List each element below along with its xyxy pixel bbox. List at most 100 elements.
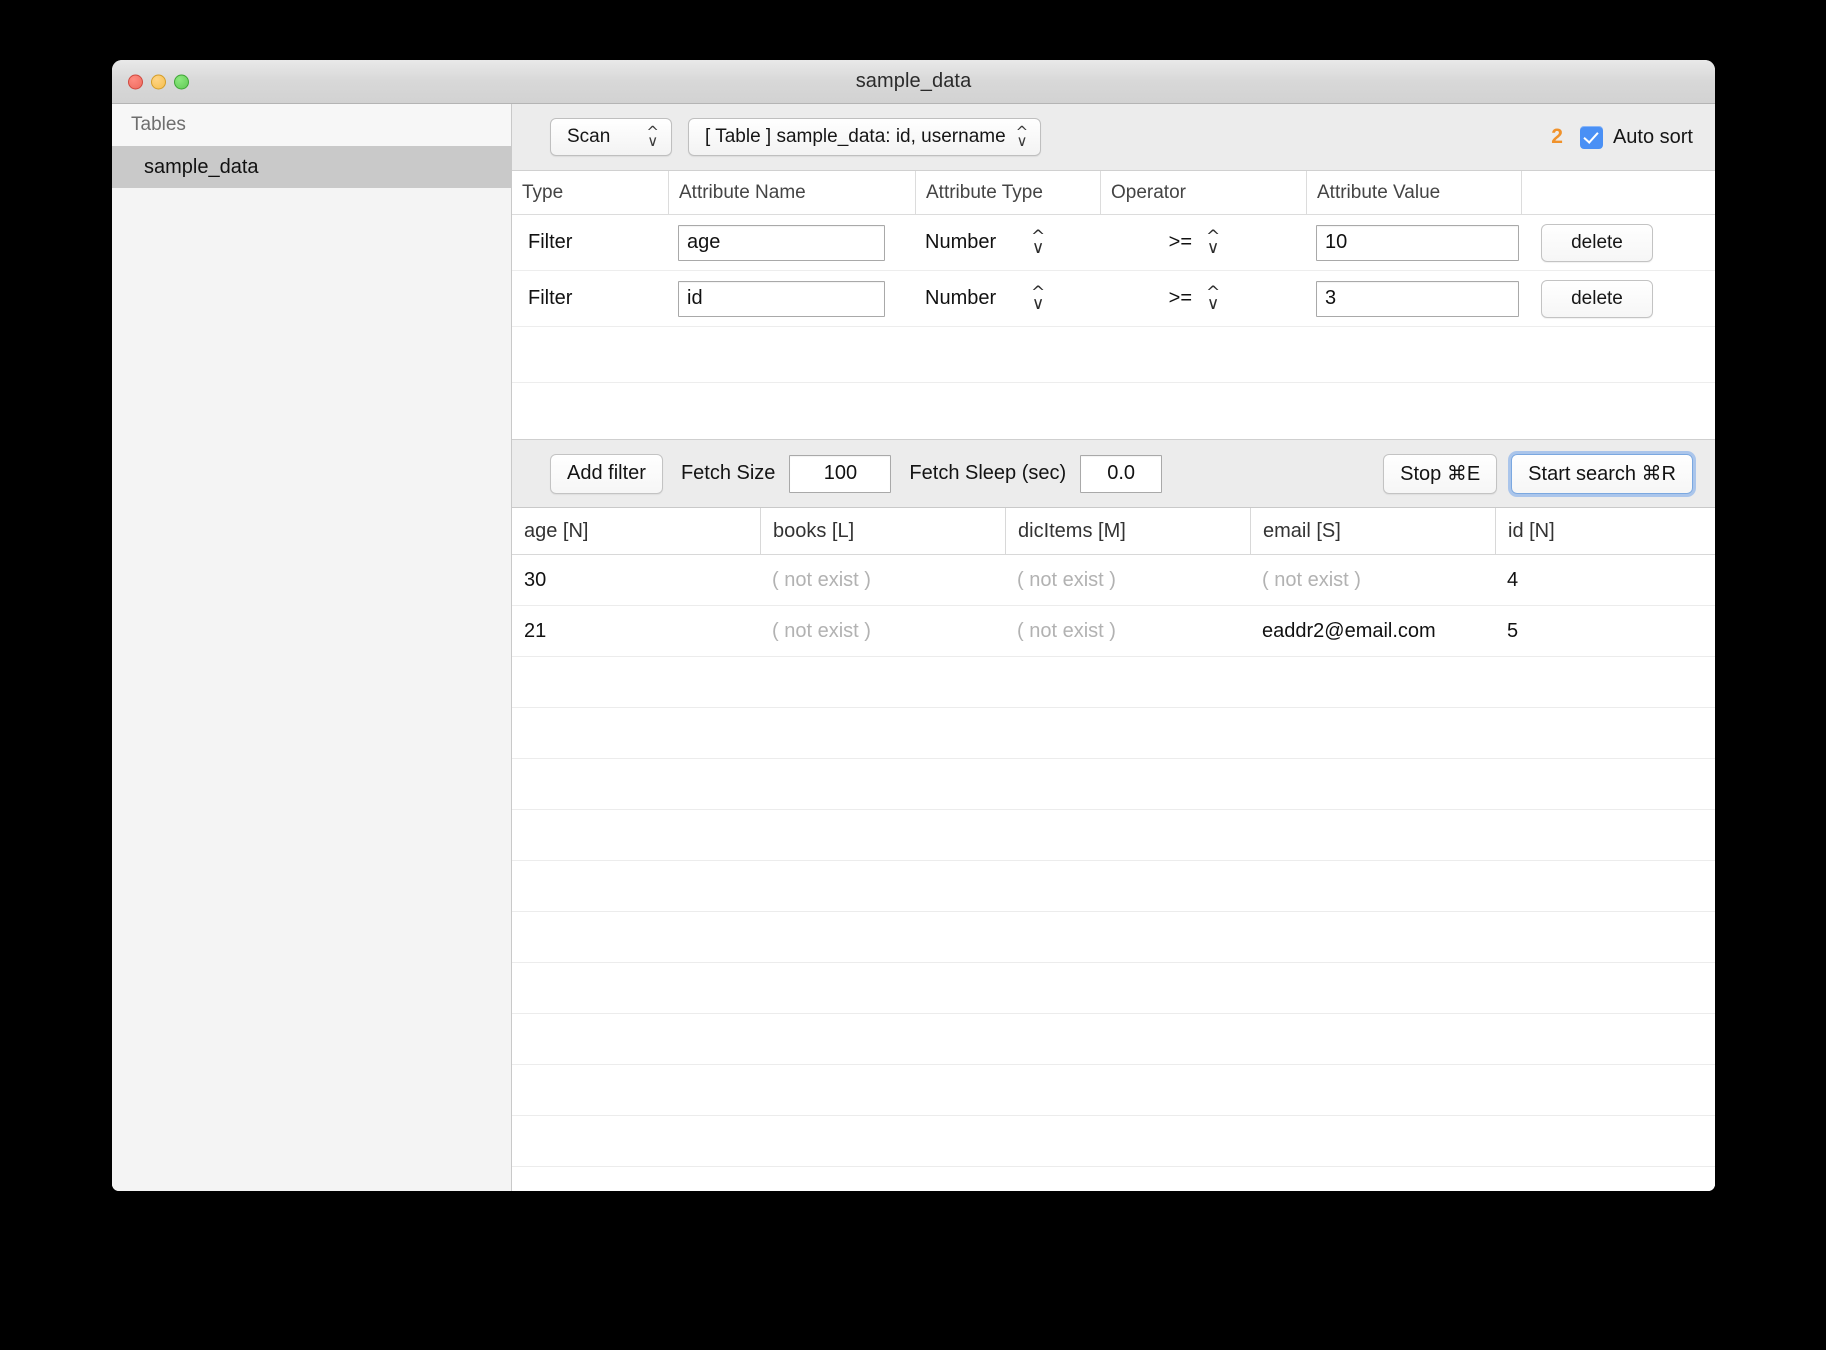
cell-email: ( not exist ) (1262, 568, 1361, 591)
add-filter-button[interactable]: Add filter (550, 453, 663, 494)
chevron-updown-icon[interactable]: ^ ∨ (1031, 229, 1045, 256)
sidebar: Tables sample_data (112, 104, 512, 1191)
filters-table: Type Attribute Name Attribute Type Opera… (512, 171, 1715, 440)
checkbox-checked-icon[interactable] (1579, 125, 1603, 149)
scan-mode-label: Scan (567, 126, 611, 147)
cell-id: 5 (1507, 619, 1519, 642)
table-empty-row[interactable] (512, 708, 1715, 759)
table-selector-dropdown[interactable]: [ Table ] sample_data: id, username ^ ∨ (688, 118, 1042, 156)
minimize-button[interactable] (151, 74, 166, 89)
filter-type-cell: Filter (512, 215, 668, 270)
fetch-size-label: Fetch Size (680, 462, 776, 484)
filters-col-operator: Operator (1100, 171, 1306, 214)
table-empty-row[interactable] (512, 810, 1715, 861)
filter-type-cell: Filter (512, 271, 668, 326)
maximize-button[interactable] (174, 74, 189, 89)
results-col-books[interactable]: books [L] (760, 508, 1005, 554)
filter-attribute-value-input[interactable]: 3 (1316, 280, 1519, 317)
results-table: age [N] books [L] dicItems [M] email [S]… (512, 508, 1715, 1191)
cell-age: 21 (524, 619, 547, 642)
fetch-sleep-input[interactable]: 0.0 (1080, 454, 1163, 493)
cell-dicitems: ( not exist ) (1017, 619, 1116, 642)
top-toolbar: Scan ^ ∨ [ Table ] sample_data: id, usern… (512, 104, 1715, 171)
results-col-id[interactable]: id [N] (1495, 508, 1715, 554)
filter-actions-cell: delete (1521, 215, 1715, 270)
filter-operator-stepper[interactable]: >= ^ ∨ (1100, 271, 1306, 326)
cell-books: ( not exist ) (772, 568, 871, 591)
title-bar: sample_data (112, 60, 1715, 104)
cell-email: eaddr2@email.com (1262, 619, 1436, 642)
filter-operator-stepper[interactable]: >= ^ ∨ (1100, 215, 1306, 270)
table-empty-row[interactable] (512, 657, 1715, 708)
results-col-dicitems[interactable]: dicItems [M] (1005, 508, 1250, 554)
chevron-updown-icon: ^ ∨ (1015, 122, 1029, 150)
fetch-size-input[interactable]: 100 (789, 454, 892, 493)
table-empty-row[interactable] (512, 861, 1715, 912)
auto-sort-toggle[interactable]: Auto sort (1579, 125, 1693, 149)
window-title: sample_data (855, 70, 972, 92)
table-selector-label: [ Table ] sample_data: id, username (705, 126, 1006, 147)
filter-actions-cell: delete (1521, 271, 1715, 326)
app-window: sample_data Tables sample_data Scan ^ ∨ [… (112, 60, 1715, 1191)
sidebar-header: Tables (112, 104, 511, 146)
filter-attr-name-cell: id (668, 271, 915, 326)
filters-col-type: Type (522, 181, 564, 203)
filters-col-attr-value: Attribute Value (1306, 171, 1521, 214)
action-bar-right-group: Stop ⌘E Start search ⌘R (1383, 453, 1693, 494)
cell-books: ( not exist ) (772, 619, 871, 642)
filter-attr-value-cell: 10 (1306, 215, 1521, 270)
filters-col-attr-type: Attribute Type (915, 171, 1100, 214)
filter-row: Filter id Number ^ ∨ >= ^ ∨ 3 delete (512, 271, 1715, 327)
delete-filter-button[interactable]: delete (1541, 223, 1653, 262)
cell-dicitems: ( not exist ) (1017, 568, 1116, 591)
results-col-email[interactable]: email [S] (1250, 508, 1495, 554)
table-empty-row[interactable] (512, 1014, 1715, 1065)
sidebar-item-label: sample_data (144, 155, 259, 178)
fetch-sleep-label: Fetch Sleep (sec) (909, 462, 1067, 484)
results-col-age[interactable]: age [N] (512, 508, 760, 554)
chevron-updown-icon[interactable]: ^ ∨ (1031, 285, 1045, 312)
table-row[interactable]: 21 ( not exist ) ( not exist ) eaddr2@em… (512, 606, 1715, 657)
result-count-badge: 2 (1551, 125, 1563, 148)
filter-attr-value-cell: 3 (1306, 271, 1521, 326)
sidebar-item-sample-data[interactable]: sample_data (112, 146, 511, 188)
toolbar-right-group: 2 Auto sort (1551, 125, 1693, 149)
table-empty-row[interactable] (512, 1116, 1715, 1167)
filter-operator-value: >= (1168, 231, 1192, 253)
filter-attr-name-cell: age (668, 215, 915, 270)
action-bar: Add filter Fetch Size 100 Fetch Sleep (s… (512, 440, 1715, 508)
chevron-updown-icon[interactable]: ^ ∨ (1206, 285, 1220, 312)
filters-col-attr-name: Attribute Name (668, 171, 915, 214)
scan-mode-dropdown[interactable]: Scan ^ ∨ (550, 118, 672, 156)
delete-filter-button[interactable]: delete (1541, 279, 1653, 318)
filter-empty-row (512, 327, 1715, 383)
chevron-updown-icon: ^ ∨ (646, 122, 659, 150)
filter-row: Filter age Number ^ ∨ >= ^ ∨ 10 delete (512, 215, 1715, 271)
table-empty-row[interactable] (512, 963, 1715, 1014)
filter-attr-type-stepper[interactable]: Number ^ ∨ (915, 215, 1100, 270)
start-search-button[interactable]: Start search ⌘R (1511, 453, 1693, 494)
filters-col-actions (1521, 171, 1715, 214)
cell-age: 30 (524, 568, 547, 591)
results-header-row: age [N] books [L] dicItems [M] email [S]… (512, 508, 1715, 555)
table-empty-row[interactable] (512, 1065, 1715, 1116)
stop-button[interactable]: Stop ⌘E (1383, 453, 1498, 494)
table-row[interactable]: 30 ( not exist ) ( not exist ) ( not exi… (512, 555, 1715, 606)
filter-attribute-name-input[interactable]: id (678, 280, 885, 317)
close-button[interactable] (128, 74, 143, 89)
window-controls (128, 74, 189, 89)
cell-id: 4 (1507, 568, 1519, 591)
filter-attribute-value-input[interactable]: 10 (1316, 224, 1519, 261)
table-empty-row[interactable] (512, 1167, 1715, 1191)
filter-attribute-name-input[interactable]: age (678, 224, 885, 261)
chevron-updown-icon[interactable]: ^ ∨ (1206, 229, 1220, 256)
table-empty-row[interactable] (512, 912, 1715, 963)
filter-operator-value: >= (1168, 287, 1192, 309)
table-empty-row[interactable] (512, 759, 1715, 810)
auto-sort-label: Auto sort (1612, 125, 1693, 148)
filter-type-label: Filter (528, 231, 573, 253)
filters-header-row: Type Attribute Name Attribute Type Opera… (512, 171, 1715, 215)
filter-attr-type-stepper[interactable]: Number ^ ∨ (915, 271, 1100, 326)
filter-empty-row (512, 383, 1715, 439)
window-body: Tables sample_data Scan ^ ∨ [ Table ] sam… (112, 104, 1715, 1191)
